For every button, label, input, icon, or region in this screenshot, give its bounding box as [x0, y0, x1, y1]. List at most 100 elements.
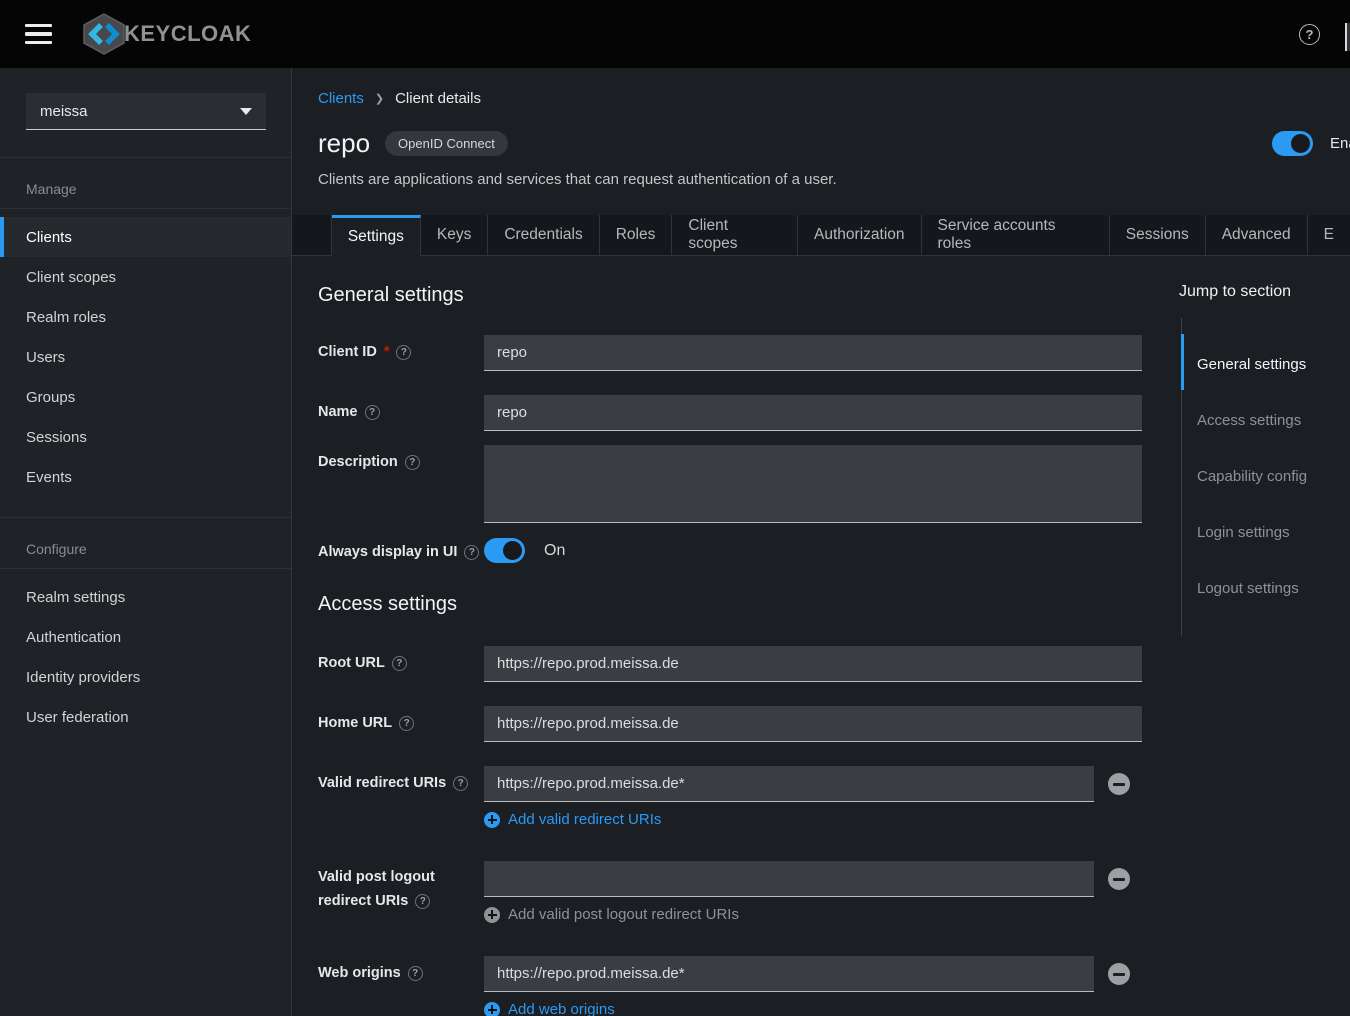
plus-circle-icon	[484, 1002, 500, 1016]
sidebar-item-identity-providers[interactable]: Identity providers	[0, 657, 291, 697]
jump-item-access-settings[interactable]: Access settings	[1182, 412, 1350, 468]
app-shell: meissa Manage Clients Client scopes Real…	[0, 68, 1350, 1016]
realm-selector[interactable]: meissa	[26, 93, 266, 130]
tab-advanced[interactable]: Advanced	[1206, 215, 1308, 256]
help-question-icon[interactable]	[392, 656, 407, 671]
tab-credentials[interactable]: Credentials	[488, 215, 599, 256]
root-url-input[interactable]	[484, 646, 1142, 682]
add-valid-post-logout-uri-button[interactable]: Add valid post logout redirect URIs	[484, 906, 739, 923]
top-bar: KEYCLOAK	[0, 0, 1350, 68]
jump-item-general-settings[interactable]: General settings	[1182, 356, 1350, 412]
description-field	[484, 445, 1142, 523]
tab-roles[interactable]: Roles	[600, 215, 673, 256]
valid-post-logout-label-group: Valid post logout redirect URIs	[318, 861, 484, 923]
user-menu-partial[interactable]	[1345, 23, 1350, 51]
page-header: repo OpenID Connect Enabled	[292, 128, 1350, 158]
sidebar-item-groups[interactable]: Groups	[0, 377, 291, 417]
tab-keys[interactable]: Keys	[421, 215, 488, 256]
nav-section-title-configure: Configure	[0, 518, 291, 568]
nav-section-title-manage: Manage	[0, 158, 291, 208]
hamburger-icon[interactable]	[25, 24, 52, 44]
topbar-actions	[1299, 24, 1350, 45]
enabled-toggle-group: Enabled	[1272, 131, 1350, 156]
description-row: Description	[318, 445, 1142, 523]
client-id-row: Client ID *	[318, 335, 1142, 371]
add-valid-redirect-uri-label: Add valid redirect URIs	[508, 811, 661, 828]
name-row: Name	[318, 395, 1142, 431]
sidebar-item-sessions[interactable]: Sessions	[0, 417, 291, 457]
toggle-knob	[1291, 134, 1310, 153]
always-display-label-group: Always display in UI	[318, 535, 484, 563]
jump-item-capability-config[interactable]: Capability config	[1182, 468, 1350, 524]
web-origins-label: Web origins	[318, 965, 401, 982]
tab-authorization[interactable]: Authorization	[798, 215, 921, 256]
help-question-icon[interactable]	[408, 966, 423, 981]
sidebar-item-authentication[interactable]: Authentication	[0, 617, 291, 657]
web-origins-label-group: Web origins	[318, 956, 484, 1016]
root-url-label: Root URL	[318, 655, 385, 672]
minus-circle-icon[interactable]	[1108, 963, 1130, 985]
enabled-toggle[interactable]	[1272, 131, 1313, 156]
sidebar-item-user-federation[interactable]: User federation	[0, 697, 291, 737]
main-content: Clients Client details repo OpenID Conne…	[292, 68, 1350, 1016]
sidebar-item-realm-roles[interactable]: Realm roles	[0, 297, 291, 337]
valid-redirect-uris-row: Valid redirect URIs Add valid redirect U…	[318, 766, 1142, 828]
tab-truncated[interactable]: E	[1308, 215, 1350, 256]
valid-redirect-uri-input[interactable]	[484, 766, 1094, 802]
web-origins-input[interactable]	[484, 956, 1094, 992]
valid-redirect-uris-field: Add valid redirect URIs	[484, 766, 1142, 828]
tab-client-scopes[interactable]: Client scopes	[672, 215, 798, 256]
client-settings-form: General settings Client ID * Name	[318, 284, 1142, 1016]
home-url-label-group: Home URL	[318, 706, 484, 742]
valid-post-logout-uri-input[interactable]	[484, 861, 1094, 897]
help-question-icon[interactable]	[453, 776, 468, 791]
client-id-label-group: Client ID *	[318, 335, 484, 371]
help-question-icon[interactable]	[399, 716, 414, 731]
help-question-icon[interactable]	[405, 455, 420, 470]
help-question-icon[interactable]	[396, 345, 411, 360]
help-question-icon[interactable]	[365, 405, 380, 420]
web-origins-row: Web origins Add web origins	[318, 956, 1142, 1016]
toggle-knob	[503, 541, 522, 560]
jump-to-section-title: Jump to section	[1179, 283, 1350, 301]
sidebar-item-client-scopes[interactable]: Client scopes	[0, 257, 291, 297]
description-textarea[interactable]	[484, 445, 1142, 523]
minus-circle-icon[interactable]	[1108, 773, 1130, 795]
valid-post-logout-label-line2: redirect URIs	[318, 889, 408, 913]
name-input[interactable]	[484, 395, 1142, 431]
valid-redirect-uris-label-group: Valid redirect URIs	[318, 766, 484, 828]
jump-item-login-settings[interactable]: Login settings	[1182, 524, 1350, 580]
home-url-input[interactable]	[484, 706, 1142, 742]
sidebar-item-users[interactable]: Users	[0, 337, 291, 377]
tab-service-accounts-roles[interactable]: Service accounts roles	[922, 215, 1110, 256]
breadcrumb-clients-link[interactable]: Clients	[318, 90, 364, 107]
help-question-icon[interactable]	[464, 545, 479, 560]
valid-redirect-uri-line	[484, 766, 1142, 802]
access-settings-heading: Access settings	[318, 593, 1142, 616]
add-valid-post-logout-uri-label: Add valid post logout redirect URIs	[508, 906, 739, 923]
web-origins-line	[484, 956, 1142, 992]
tab-settings[interactable]: Settings	[332, 215, 421, 256]
breadcrumb-chevron-icon	[375, 92, 384, 105]
description-label: Description	[318, 454, 398, 471]
tab-sessions[interactable]: Sessions	[1110, 215, 1206, 256]
sidebar-item-events[interactable]: Events	[0, 457, 291, 497]
add-web-origins-button[interactable]: Add web origins	[484, 1001, 615, 1016]
add-valid-redirect-uri-button[interactable]: Add valid redirect URIs	[484, 811, 661, 828]
root-url-label-group: Root URL	[318, 646, 484, 682]
tab-bar-spacer	[292, 215, 332, 256]
always-display-field: On	[484, 535, 1142, 563]
always-display-toggle[interactable]	[484, 538, 525, 563]
home-url-label: Home URL	[318, 715, 392, 732]
sidebar-item-realm-settings[interactable]: Realm settings	[0, 577, 291, 617]
breadcrumb: Clients Client details	[292, 68, 1350, 107]
sidebar-item-clients[interactable]: Clients	[0, 217, 291, 257]
help-question-icon[interactable]	[415, 894, 430, 909]
keycloak-logo[interactable]: KEYCLOAK	[79, 12, 251, 56]
jump-item-logout-settings[interactable]: Logout settings	[1182, 580, 1350, 636]
client-id-input[interactable]	[484, 335, 1142, 371]
brand-wordmark: KEYCLOAK	[124, 21, 251, 47]
help-icon[interactable]	[1299, 24, 1320, 45]
minus-circle-icon[interactable]	[1108, 868, 1130, 890]
protocol-badge: OpenID Connect	[385, 131, 508, 156]
